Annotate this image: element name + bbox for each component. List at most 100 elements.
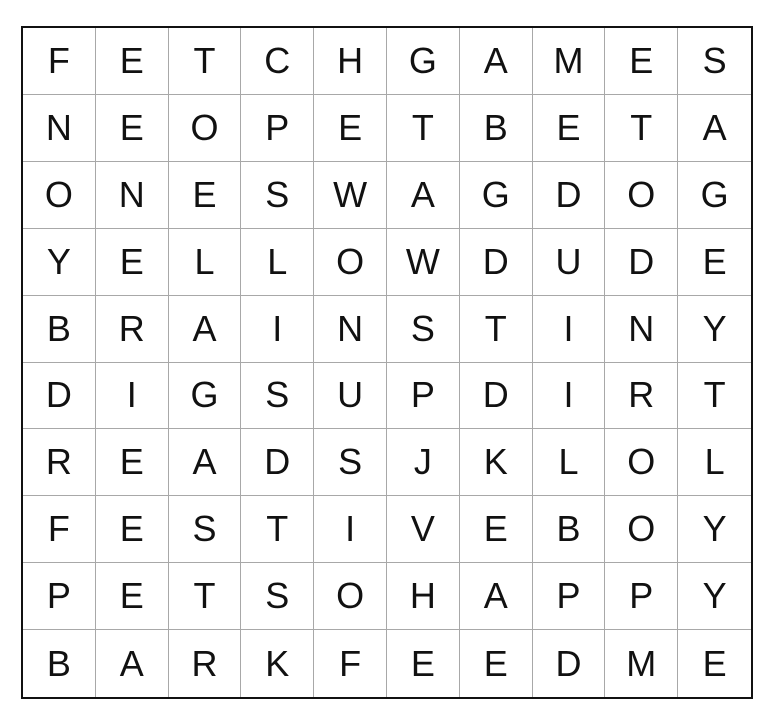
grid-cell-r2-c8[interactable]: E [532,94,606,162]
grid-cell-r7-c7[interactable]: K [459,429,533,497]
grid-cell-r4-c9[interactable]: D [605,228,679,296]
grid-cell-r1-c3[interactable]: T [168,28,242,95]
grid-cell-r1-c5[interactable]: H [314,28,387,95]
grid-cell-r3-c6[interactable]: A [387,161,460,229]
grid-cell-r6-c3[interactable]: G [168,362,242,430]
grid-cell-r1-c1[interactable]: F [23,28,96,95]
grid-cell-r8-c4[interactable]: T [241,496,315,564]
grid-cell-r5-c5[interactable]: N [314,295,387,363]
grid-cell-r1-c9[interactable]: E [605,28,679,95]
grid-cell-r2-c5[interactable]: E [314,94,387,162]
grid-cell-r7-c9[interactable]: O [605,429,679,497]
grid-cell-r3-c3[interactable]: E [168,161,242,229]
grid-cell-r4-c10[interactable]: E [678,229,751,296]
grid-cell-r9-c10[interactable]: Y [678,563,751,631]
grid-cell-r9-c4[interactable]: S [241,563,315,631]
grid-cell-r5-c1[interactable]: B [23,295,96,363]
grid-cell-r1-c2[interactable]: E [95,28,169,95]
grid-cell-r4-c4[interactable]: L [241,228,315,296]
grid-cell-r8-c1[interactable]: F [23,496,96,564]
grid-cell-r3-c7[interactable]: G [459,161,533,229]
grid-cell-r6-c7[interactable]: D [459,362,533,430]
grid-cell-r8-c7[interactable]: E [459,496,533,564]
grid-cell-r4-c1[interactable]: Y [23,228,96,296]
grid-cell-r6-c4[interactable]: S [241,362,315,430]
grid-cell-r4-c5[interactable]: O [314,228,387,296]
grid-cell-r3-c8[interactable]: D [532,161,606,229]
grid-cell-r4-c7[interactable]: D [459,228,533,296]
grid-cell-r2-c9[interactable]: T [605,94,679,162]
grid-cell-r3-c5[interactable]: W [314,161,387,229]
grid-cell-r1-c4[interactable]: C [241,28,315,95]
grid-cell-r1-c6[interactable]: G [387,28,460,95]
grid-cell-r10-c4[interactable]: K [241,630,315,697]
grid-cell-r2-c4[interactable]: P [241,94,315,162]
grid-cell-r5-c6[interactable]: S [387,295,460,363]
grid-cell-r10-c1[interactable]: B [23,630,96,697]
grid-cell-r9-c8[interactable]: P [532,563,606,631]
grid-cell-r8-c2[interactable]: E [95,496,169,564]
grid-cell-r4-c2[interactable]: E [95,228,169,296]
grid-cell-r9-c7[interactable]: A [459,563,533,631]
grid-cell-r3-c9[interactable]: O [605,161,679,229]
grid-cell-r5-c3[interactable]: A [168,295,242,363]
grid-cell-r5-c4[interactable]: I [241,295,315,363]
grid-cell-r6-c8[interactable]: I [532,362,606,430]
grid-cell-r10-c3[interactable]: R [169,630,242,697]
grid-cell-r3-c4[interactable]: S [241,161,315,229]
grid-cell-r9-c1[interactable]: P [23,563,96,631]
grid-cell-r3-c1[interactable]: O [23,161,96,229]
grid-cell-r9-c6[interactable]: H [387,563,460,631]
grid-cell-r3-c2[interactable]: N [95,161,169,229]
grid-cell-r7-c4[interactable]: D [241,429,315,497]
grid-cell-r10-c2[interactable]: A [96,630,169,697]
grid-cell-r5-c9[interactable]: N [605,295,679,363]
grid-cell-r10-c10[interactable]: E [678,630,751,697]
grid-cell-r2-c6[interactable]: T [387,94,460,162]
grid-cell-r5-c10[interactable]: Y [678,296,751,363]
grid-cell-r7-c3[interactable]: A [168,429,242,497]
grid-cell-r7-c2[interactable]: E [95,429,169,497]
grid-cell-r10-c5[interactable]: F [314,630,387,697]
grid-cell-r2-c10[interactable]: A [678,95,751,162]
grid-cell-r8-c3[interactable]: S [168,496,242,564]
grid-cell-r4-c6[interactable]: W [387,228,460,296]
grid-cell-r4-c8[interactable]: U [532,228,606,296]
grid-cell-r1-c10[interactable]: S [678,28,751,95]
grid-cell-r5-c7[interactable]: T [459,295,533,363]
grid-cell-r2-c7[interactable]: B [459,94,533,162]
grid-cell-r10-c8[interactable]: D [533,630,606,697]
grid-cell-r3-c10[interactable]: G [678,162,751,229]
grid-cell-r6-c2[interactable]: I [95,362,169,430]
grid-cell-r7-c1[interactable]: R [23,429,96,497]
grid-cell-r9-c3[interactable]: T [168,563,242,631]
grid-cell-r9-c2[interactable]: E [95,563,169,631]
grid-cell-r8-c10[interactable]: Y [678,496,751,564]
grid-cell-r8-c6[interactable]: V [387,496,460,564]
grid-cell-r6-c9[interactable]: R [605,362,679,430]
grid-cell-r6-c5[interactable]: U [314,362,387,430]
grid-cell-r10-c6[interactable]: E [387,630,460,697]
grid-cell-r6-c10[interactable]: T [678,363,751,430]
grid-cell-r7-c6[interactable]: J [387,429,460,497]
grid-cell-r7-c8[interactable]: L [532,429,606,497]
grid-cell-r8-c9[interactable]: O [605,496,679,564]
grid-cell-r4-c3[interactable]: L [168,228,242,296]
grid-cell-r2-c1[interactable]: N [23,94,96,162]
grid-cell-r2-c2[interactable]: E [95,94,169,162]
grid-cell-r6-c1[interactable]: D [23,362,96,430]
grid-cell-r5-c8[interactable]: I [532,295,606,363]
grid-cell-r10-c7[interactable]: E [460,630,533,697]
grid-cell-r8-c5[interactable]: I [314,496,387,564]
grid-cell-r8-c8[interactable]: B [532,496,606,564]
grid-cell-r9-c5[interactable]: O [314,563,387,631]
grid-cell-r2-c3[interactable]: O [168,94,242,162]
grid-cell-r6-c6[interactable]: P [387,362,460,430]
grid-cell-r7-c5[interactable]: S [314,429,387,497]
grid-cell-r1-c8[interactable]: M [532,28,606,95]
grid-cell-r7-c10[interactable]: L [678,429,751,497]
grid-cell-r1-c7[interactable]: A [459,28,533,95]
grid-cell-r5-c2[interactable]: R [95,295,169,363]
grid-cell-r9-c9[interactable]: P [605,563,679,631]
grid-cell-r10-c9[interactable]: M [605,630,679,697]
